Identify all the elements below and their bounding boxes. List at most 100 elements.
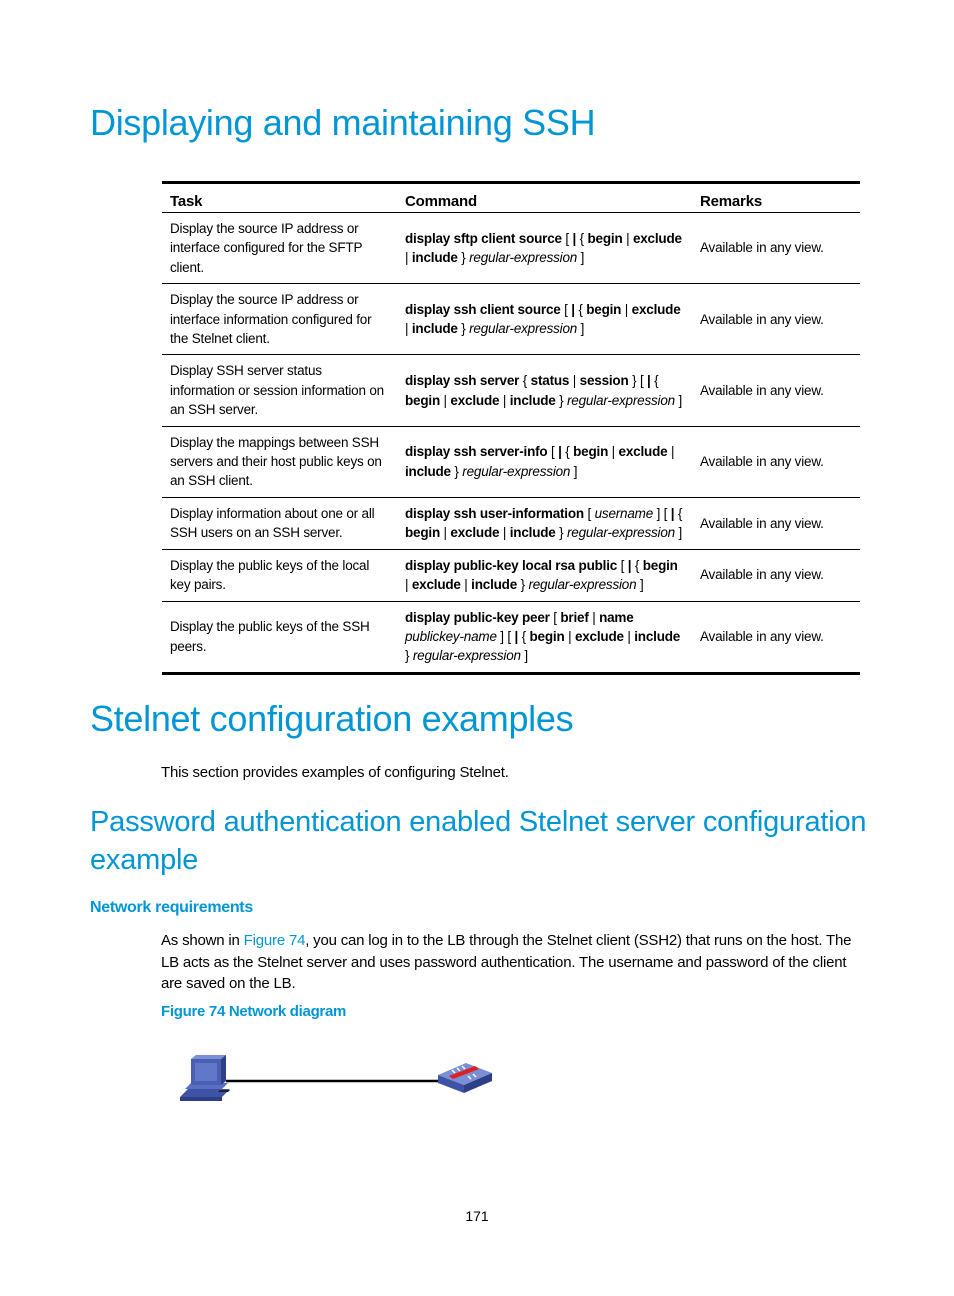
command-argument: regular-expression bbox=[469, 250, 578, 266]
command-argument: regular-expression bbox=[469, 321, 578, 337]
command-syntax: | bbox=[621, 301, 632, 317]
command-keyword: display ssh server-info bbox=[405, 444, 548, 460]
command-keyword: brief bbox=[560, 609, 589, 625]
command-syntax: | bbox=[440, 525, 451, 541]
remarks-cell: Available in any view. bbox=[700, 515, 824, 531]
command-keyword: session bbox=[579, 373, 629, 389]
command-keyword: include bbox=[471, 577, 518, 593]
command-syntax: [ bbox=[547, 444, 559, 460]
command-syntax: } [ bbox=[628, 373, 648, 389]
command-cell: display sftp client source [ | { begin |… bbox=[397, 213, 692, 284]
computer-icon bbox=[180, 1055, 230, 1101]
network-requirements-heading: Network requirements bbox=[90, 899, 253, 916]
command-keyword: include bbox=[509, 525, 556, 541]
command-syntax: | bbox=[588, 609, 600, 625]
header-command: Command bbox=[405, 192, 477, 210]
command-cell: display ssh server-info [ | { begin | ex… bbox=[397, 426, 692, 497]
command-syntax: } bbox=[457, 321, 470, 337]
command-keyword: begin bbox=[405, 392, 440, 408]
command-keyword: begin bbox=[529, 628, 565, 644]
remarks-cell: Available in any view. bbox=[700, 240, 824, 256]
command-syntax: | bbox=[569, 373, 580, 389]
table-row: Display SSH server status information or… bbox=[162, 355, 860, 427]
task-cell: Display the mappings between SSH servers… bbox=[170, 434, 382, 489]
section-title-displaying-ssh: Displaying and maintaining SSH bbox=[90, 102, 596, 143]
command-keyword: exclude bbox=[411, 577, 461, 593]
command-argument: regular-expression bbox=[567, 392, 675, 408]
network-diagram-svg bbox=[180, 1055, 492, 1101]
network-diagram bbox=[170, 1045, 510, 1115]
command-argument: publickey-name bbox=[405, 628, 497, 644]
command-syntax: { bbox=[519, 373, 531, 389]
command-syntax: [ bbox=[549, 609, 561, 625]
command-keyword: exclude bbox=[631, 301, 681, 317]
command-keyword: display ssh server bbox=[405, 373, 520, 389]
figure-caption: Figure 74 Network diagram bbox=[161, 1003, 347, 1020]
command-syntax: } bbox=[555, 392, 568, 408]
command-syntax: [ bbox=[583, 505, 595, 521]
command-syntax: | bbox=[667, 444, 675, 460]
load-balancer-icon bbox=[438, 1063, 492, 1093]
task-cell: Display the public keys of the SSH peers… bbox=[170, 619, 370, 654]
command-syntax: | bbox=[405, 577, 412, 593]
command-syntax: } bbox=[457, 250, 470, 266]
command-syntax: [ bbox=[560, 301, 572, 317]
command-cell: display public-key local rsa public [ | … bbox=[397, 549, 692, 601]
command-syntax: ] [ bbox=[496, 628, 515, 644]
command-syntax: ] bbox=[570, 463, 578, 479]
header-task: Task bbox=[170, 192, 203, 210]
command-cell: display ssh server { status | session } … bbox=[397, 355, 692, 426]
task-cell: Display the public keys of the local key… bbox=[170, 557, 370, 593]
figure-74-link[interactable]: Figure 74 bbox=[244, 932, 306, 949]
command-syntax: ] bbox=[674, 392, 683, 408]
command-syntax: [ bbox=[561, 230, 573, 246]
command-syntax: | bbox=[499, 525, 510, 541]
command-keyword: exclude bbox=[450, 525, 500, 541]
remarks-cell: Available in any view. bbox=[700, 382, 824, 398]
subsection-title-password-auth: Password authentication enabled Stelnet … bbox=[90, 806, 867, 876]
command-syntax: { bbox=[518, 628, 530, 644]
command-syntax: { bbox=[631, 557, 643, 573]
command-syntax: | bbox=[440, 392, 451, 408]
command-syntax: ] bbox=[636, 577, 644, 593]
command-keyword: display public-key peer bbox=[405, 609, 550, 625]
command-keyword: include bbox=[509, 392, 556, 408]
table-row: Display the public keys of the local key… bbox=[162, 549, 860, 601]
command-syntax: { bbox=[561, 444, 574, 460]
table-row: Display the source IP address or interfa… bbox=[162, 284, 860, 355]
task-cell: Display SSH server status information or… bbox=[170, 363, 384, 418]
command-keyword: display public-key local rsa public bbox=[405, 557, 618, 573]
command-keyword: begin bbox=[587, 230, 623, 246]
command-syntax: [ bbox=[617, 557, 628, 573]
stelnet-intro-text: This section provides examples of config… bbox=[161, 764, 509, 781]
command-argument: username bbox=[594, 505, 654, 521]
remarks-cell: Available in any view. bbox=[700, 567, 824, 583]
command-argument: regular-expression bbox=[412, 648, 521, 664]
command-syntax: { bbox=[576, 230, 588, 246]
command-syntax: ] bbox=[520, 648, 528, 664]
command-syntax: } bbox=[517, 577, 529, 593]
table-body: Display the source IP address or interfa… bbox=[162, 213, 860, 674]
command-argument: regular-expression bbox=[462, 463, 571, 479]
command-keyword: include bbox=[634, 628, 681, 644]
task-cell: Display the source IP address or interfa… bbox=[170, 221, 363, 275]
command-cell: display ssh client source [ | { begin | … bbox=[397, 284, 692, 355]
section-title-stelnet-examples: Stelnet configuration examples bbox=[90, 698, 574, 739]
remarks-cell: Available in any view. bbox=[700, 454, 824, 470]
command-keyword: include bbox=[405, 463, 451, 479]
remarks-cell: Available in any view. bbox=[700, 311, 824, 327]
command-keyword: exclude bbox=[618, 444, 668, 460]
command-syntax: | bbox=[405, 321, 412, 337]
command-syntax: | bbox=[608, 444, 619, 460]
command-syntax: | bbox=[564, 628, 575, 644]
command-keyword: include bbox=[411, 250, 458, 266]
command-syntax: { bbox=[650, 373, 659, 389]
command-argument: regular-expression bbox=[528, 577, 637, 593]
command-syntax: | bbox=[499, 392, 510, 408]
header-remarks: Remarks bbox=[700, 192, 762, 210]
command-keyword: begin bbox=[405, 525, 440, 541]
remarks-cell: Available in any view. bbox=[700, 628, 824, 644]
task-cell: Display information about one or all SSH… bbox=[170, 505, 375, 541]
command-syntax: ] bbox=[577, 250, 585, 266]
command-keyword: status bbox=[530, 373, 570, 389]
